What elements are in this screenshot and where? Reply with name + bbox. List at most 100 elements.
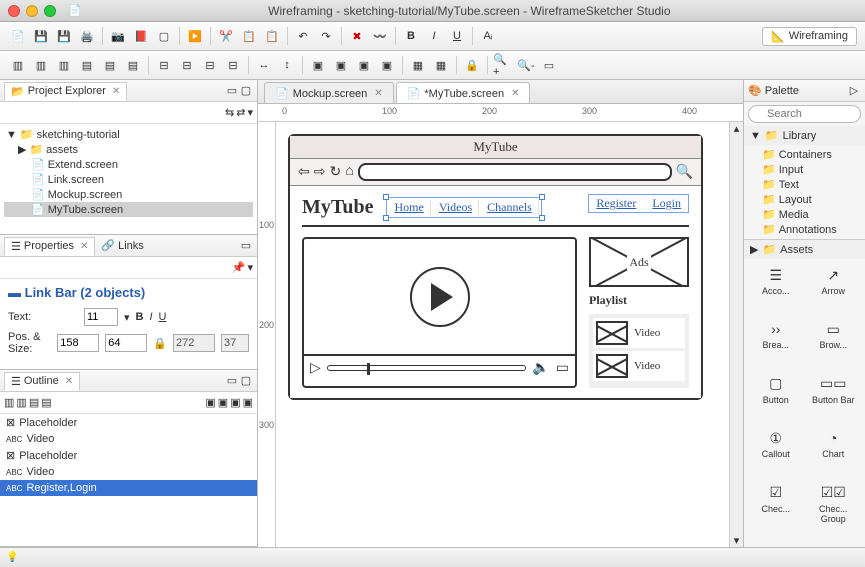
palette-search-input[interactable] [748, 105, 861, 123]
new-icon[interactable]: 📄 [8, 26, 28, 46]
outline-list[interactable]: ⊠PlaceholderABCVideo⊠PlaceholderABCVideo… [0, 414, 257, 496]
mock-ads-placeholder[interactable]: Ads [589, 237, 689, 287]
mock-auth-link[interactable]: Login [648, 196, 685, 211]
camera-icon[interactable]: 📷 [108, 26, 128, 46]
view-menu-icon[interactable]: ▾ [247, 106, 253, 119]
palette-folder[interactable]: 📁Containers [748, 147, 861, 162]
mock-nav-link[interactable]: Home [389, 200, 431, 215]
zoom-in-icon[interactable]: 🔍+ [493, 55, 513, 75]
lock-aspect-icon[interactable]: 🔒 [153, 337, 167, 350]
distribute-h-icon[interactable]: ⊟ [154, 55, 174, 75]
tree-item[interactable]: ▼📁sketching-tutorial [4, 127, 253, 142]
send-back-icon[interactable]: ▣ [331, 55, 351, 75]
mock-playlist-item[interactable]: Video [593, 351, 685, 381]
mock-nav-link[interactable]: Videos [433, 200, 479, 215]
tree-item[interactable]: 📄Mockup.screen [4, 187, 253, 202]
bold-toggle[interactable]: B [136, 311, 144, 323]
outline-order-icon[interactable]: ▣ [205, 396, 215, 409]
palette-assets-header[interactable]: ▶📁Assets [744, 240, 865, 259]
undo-icon[interactable]: ↶ [293, 26, 313, 46]
tree-item[interactable]: 📄Link.screen [4, 172, 253, 187]
collapse-all-icon[interactable]: ⇆ [225, 106, 234, 119]
mock-playlist-item[interactable]: Video [593, 318, 685, 348]
group-icon[interactable]: ▦ [408, 55, 428, 75]
palette-collapse-icon[interactable]: ▷ [847, 84, 861, 98]
highlight-icon[interactable]: 〰️ [370, 26, 390, 46]
link-editor-icon[interactable]: ⇄ [236, 106, 245, 119]
mock-auth-link[interactable]: Register [592, 196, 640, 211]
outline-item[interactable]: ⊠Placeholder [0, 414, 257, 431]
bring-forward-icon[interactable]: ▣ [354, 55, 374, 75]
canvas[interactable]: MyTube ⇦ ⇨ ↻ ⌂ 🔍 RegisterLogin MyTube [276, 122, 743, 547]
palette-folder[interactable]: 📁Text [748, 177, 861, 192]
palette-item[interactable]: ››Brea... [748, 317, 804, 369]
outline-order-icon[interactable]: ▣ [230, 396, 240, 409]
cut-icon[interactable]: ✂️ [216, 26, 236, 46]
delete-icon[interactable]: ✖ [347, 26, 367, 46]
html-icon[interactable]: ▢ [154, 26, 174, 46]
outline-align-icon[interactable]: ▥ [4, 396, 14, 409]
maximize-panel-icon[interactable]: ▢ [239, 84, 253, 98]
palette-item[interactable]: ☰Acco... [748, 263, 804, 315]
presentation-icon[interactable]: ▶️ [185, 26, 205, 46]
pdf-icon[interactable]: 📕 [131, 26, 151, 46]
mock-playlist[interactable]: VideoVideo [589, 314, 689, 388]
paste-icon[interactable]: 📋 [262, 26, 282, 46]
same-height-icon[interactable]: ↕ [277, 55, 297, 75]
w-input[interactable] [173, 334, 215, 352]
close-icon[interactable]: ✕ [112, 86, 120, 97]
zoom-out-icon[interactable]: 🔍- [516, 55, 536, 75]
pin-icon[interactable]: 📌 [232, 261, 246, 274]
tree-item[interactable]: 📄Extend.screen [4, 157, 253, 172]
italic-toggle[interactable]: I [149, 311, 152, 323]
font-size-icon[interactable]: Aᵢ [478, 26, 498, 46]
mock-nav-link[interactable]: Channels [481, 200, 539, 215]
palette-library-header[interactable]: ▼📁Library [744, 126, 865, 145]
palette-item[interactable]: ▢Button [748, 372, 804, 424]
x-input[interactable] [57, 334, 99, 352]
volume-icon[interactable]: 🔈 [532, 360, 549, 377]
close-icon[interactable]: ✕ [65, 376, 73, 387]
perspective-switcher[interactable]: 📐 Wireframing [762, 27, 857, 46]
palette-item[interactable]: ☑Chec... [748, 481, 804, 543]
palette-folder[interactable]: 📁Input [748, 162, 861, 177]
outline-align-icon[interactable]: ▤ [29, 396, 39, 409]
lock-icon[interactable]: 🔒 [462, 55, 482, 75]
close-icon[interactable]: ✕ [80, 241, 88, 252]
back-icon[interactable]: ⇦ [298, 164, 310, 181]
canvas-scrollbar[interactable]: ▴ ▾ [729, 122, 743, 547]
close-window-button[interactable] [8, 5, 20, 17]
align-bottom-icon[interactable]: ▤ [123, 55, 143, 75]
project-tree[interactable]: ▼📁sketching-tutorial▶📁assets📄Extend.scre… [0, 124, 257, 220]
fullscreen-icon[interactable]: ▭ [556, 360, 569, 377]
minimize-window-button[interactable] [26, 5, 38, 17]
palette-item[interactable]: ▭Brow... [806, 317, 862, 369]
save-all-icon[interactable]: 💾 [54, 26, 74, 46]
outline-order-icon[interactable]: ▣ [218, 396, 228, 409]
font-size-input[interactable] [84, 308, 118, 326]
redo-icon[interactable]: ↷ [316, 26, 336, 46]
minimize-panel-icon[interactable]: ▭ [225, 84, 239, 98]
zoom-fit-icon[interactable]: ▭ [539, 55, 559, 75]
palette-item[interactable]: ①Callout [748, 426, 804, 478]
maximize-panel-icon[interactable]: ▢ [239, 374, 253, 388]
project-explorer-tab[interactable]: 📂 Project Explorer ✕ [4, 82, 127, 101]
minimize-panel-icon[interactable]: ▭ [225, 374, 239, 388]
mock-video-player[interactable]: ▷ 🔈 ▭ [302, 237, 577, 388]
align-middle-icon[interactable]: ▤ [100, 55, 120, 75]
play-control-icon[interactable]: ▷ [310, 360, 321, 377]
underline-toggle[interactable]: U [159, 311, 167, 323]
save-icon[interactable]: 💾 [31, 26, 51, 46]
properties-tab[interactable]: ☰ Properties ✕ [4, 237, 95, 256]
underline-button[interactable]: U [447, 26, 467, 46]
align-left-icon[interactable]: ▥ [8, 55, 28, 75]
space-v-icon[interactable]: ⊟ [223, 55, 243, 75]
send-backward-icon[interactable]: ▣ [377, 55, 397, 75]
outline-order-icon[interactable]: ▣ [243, 396, 253, 409]
home-icon[interactable]: ⌂ [345, 164, 353, 180]
view-menu-icon[interactable]: ▾ [247, 261, 253, 274]
outline-align-icon[interactable]: ▤ [41, 396, 51, 409]
distribute-v-icon[interactable]: ⊟ [177, 55, 197, 75]
reload-icon[interactable]: ↻ [329, 164, 341, 181]
mock-url-input[interactable] [358, 163, 672, 181]
